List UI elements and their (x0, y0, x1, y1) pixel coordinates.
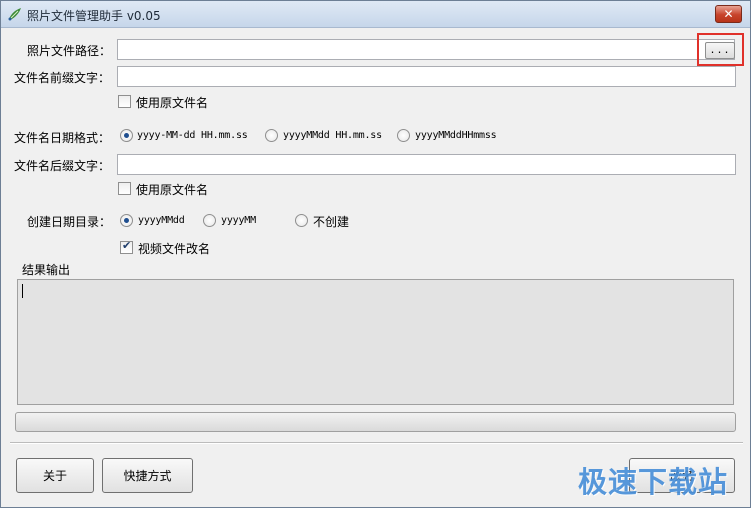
progress-bar (15, 412, 736, 432)
date-dir-label: 创建日期目录： (27, 215, 112, 229)
date-format-radio-3[interactable] (397, 129, 410, 142)
date-dir-radio-3[interactable] (295, 214, 308, 227)
close-icon: ✕ (723, 7, 734, 21)
use-original-name-checkbox-1[interactable] (118, 95, 131, 108)
title-bar: 照片文件管理助手 v0.05 ✕ (1, 1, 750, 28)
text-caret (22, 284, 23, 298)
prefix-label: 文件名前缀文字： (14, 71, 111, 85)
separator-line (10, 442, 743, 444)
use-original-name-label-1: 使用原文件名 (136, 96, 209, 110)
close-button[interactable]: ✕ (715, 5, 742, 23)
date-dir-option-1: yyyyMMdd (138, 215, 185, 226)
suffix-input[interactable] (117, 154, 736, 175)
date-format-radio-2[interactable] (265, 129, 278, 142)
video-rename-checkbox[interactable] (120, 239, 133, 254)
date-format-label: 文件名日期格式： (14, 131, 111, 145)
date-format-option-2: yyyyMMdd HH.mm.ss (283, 130, 382, 141)
date-format-option-3: yyyyMMddHHmmss (415, 130, 497, 141)
prefix-input[interactable] (117, 66, 736, 87)
date-dir-radio-2[interactable] (203, 214, 216, 227)
output-section-label: 结果输出 (22, 263, 71, 277)
watermark-text: 极速下载站 (578, 465, 729, 499)
date-dir-option-3: 不创建 (313, 215, 350, 229)
date-dir-option-2: yyyyMM (221, 215, 256, 226)
use-original-name-label-2: 使用原文件名 (136, 183, 209, 197)
highlight-annotation-box (697, 33, 744, 66)
window-title: 照片文件管理助手 v0.05 (27, 9, 161, 23)
about-button[interactable]: 关于 (16, 458, 94, 493)
photo-path-label: 照片文件路径： (27, 44, 112, 58)
date-format-radio-1[interactable] (120, 129, 133, 142)
video-rename-label: 视频文件改名 (138, 242, 211, 256)
use-original-name-checkbox-2[interactable] (118, 182, 131, 195)
date-dir-radio-1[interactable] (120, 214, 133, 227)
date-format-option-1: yyyy-MM-dd HH.mm.ss (137, 130, 248, 141)
app-leaf-icon (8, 8, 21, 21)
output-textarea[interactable] (17, 279, 734, 405)
shortcut-button[interactable]: 快捷方式 (102, 458, 193, 493)
app-window: 照片文件管理助手 v0.05 ✕ 照片文件路径： ... 文件名前缀文字： 使用… (0, 0, 751, 508)
photo-path-input[interactable] (117, 39, 735, 60)
suffix-label: 文件名后缀文字： (14, 159, 111, 173)
